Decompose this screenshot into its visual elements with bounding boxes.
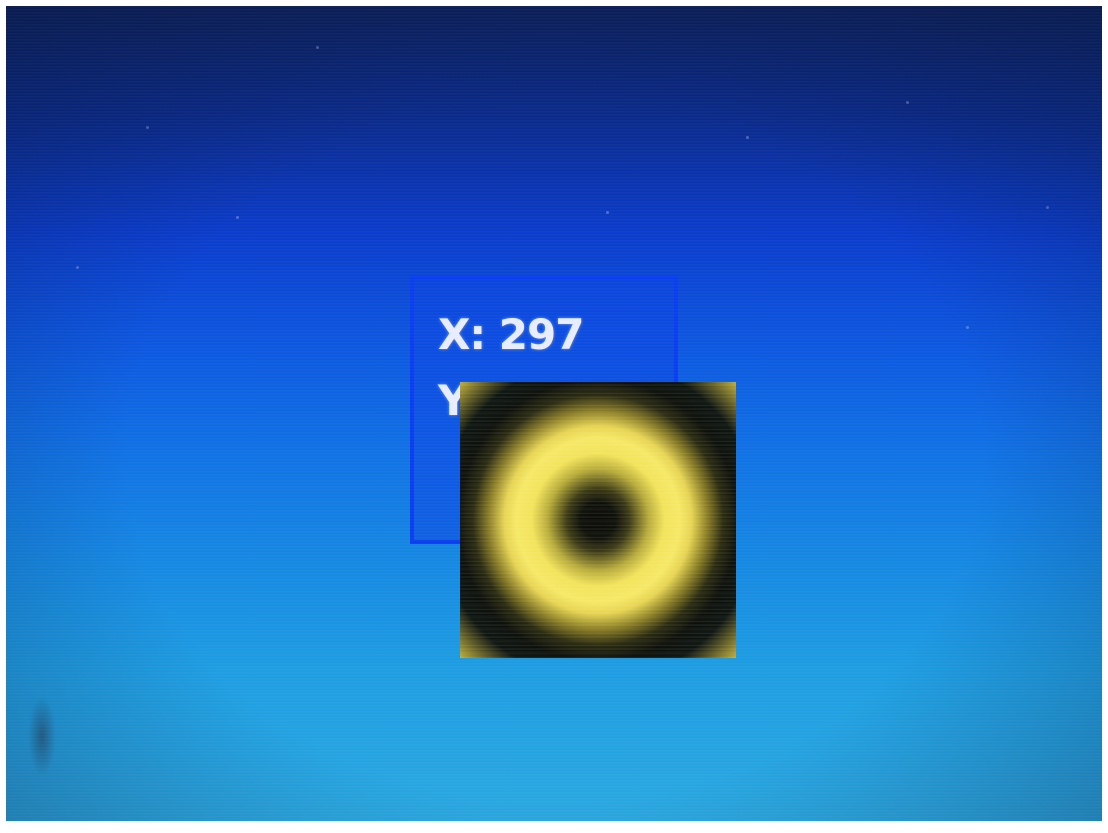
photo-frame: X: 297 Y: [0, 0, 1108, 833]
dust-speck: [746, 136, 749, 139]
dust-speck: [1046, 206, 1049, 209]
desktop-screen: X: 297 Y: [6, 6, 1102, 821]
screen-smudge: [28, 696, 56, 776]
dust-speck: [606, 211, 609, 214]
dust-speck: [236, 216, 239, 219]
x-coordinate-readout: X: 297: [438, 310, 584, 359]
dust-speck: [316, 46, 319, 49]
dust-speck: [146, 126, 149, 129]
dust-speck: [76, 266, 79, 269]
dust-speck: [906, 101, 909, 104]
dust-speck: [966, 326, 969, 329]
zoom-target-icon: [460, 382, 736, 658]
